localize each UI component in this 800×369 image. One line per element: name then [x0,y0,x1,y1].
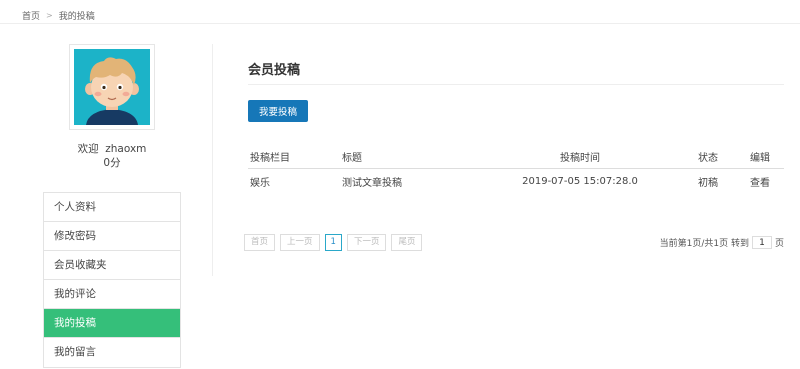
header-time: 投稿时间 [480,146,680,169]
header-column: 投稿栏目 [248,146,340,169]
header-status: 状态 [680,146,736,169]
table-row: 娱乐 测试文章投稿 2019-07-05 15:07:28.0 初稿 查看 [248,168,784,194]
cell-column: 娱乐 [250,177,270,189]
breadcrumb-current: 我的投稿 [58,12,95,22]
pager-last[interactable]: 尾页 [391,234,423,251]
pager-first[interactable]: 首页 [244,234,276,251]
pager-next[interactable]: 下一页 [346,234,387,251]
welcome-prefix: 欢迎 [77,143,99,155]
cell-title: 测试文章投稿 [342,177,402,189]
menu-item-favorites[interactable]: 会员收藏夹 [44,251,180,280]
welcome-text: 欢迎 zhaoxm [43,142,181,156]
new-submission-button[interactable]: 我要投稿 [248,100,308,122]
page-title: 会员投稿 [248,60,784,85]
pager-info-text: 当前第1页/共1页 转到 [659,239,749,249]
cell-status: 初稿 [698,177,718,189]
breadcrumb-home-link[interactable]: 首页 [22,9,40,22]
main-content: 会员投稿 我要投稿 投稿栏目 标题 投稿时间 状态 编辑 娱乐 测试文章投稿 2… [244,60,784,251]
username: zhaoxm [105,143,147,155]
submissions-table: 投稿栏目 标题 投稿时间 状态 编辑 娱乐 测试文章投稿 2019-07-05 … [248,146,784,194]
pager-current-page[interactable]: 1 [324,234,342,251]
table-header-row: 投稿栏目 标题 投稿时间 状态 编辑 [248,146,784,169]
top-divider [0,23,800,24]
header-title: 标题 [340,146,480,169]
avatar[interactable] [69,44,155,130]
header-edit: 编辑 [736,146,784,169]
cell-time: 2019-07-05 15:07:28.0 [522,175,638,187]
vertical-divider [212,44,213,276]
member-menu: 个人资料 修改密码 会员收藏夹 我的评论 我的投稿 我的留言 [43,192,181,368]
menu-item-my-messages[interactable]: 我的留言 [44,338,180,367]
menu-item-my-submissions[interactable]: 我的投稿 [44,309,180,338]
pagination: 首页 上一页 1 下一页 尾页 [244,234,423,251]
pager-info: 当前第1页/共1页 转到 页 [660,236,784,249]
pager-suffix: 页 [774,239,784,249]
breadcrumb-separator: > [46,11,53,20]
breadcrumb: 首页 > 我的投稿 [22,9,95,22]
pager-prev[interactable]: 上一页 [280,234,320,251]
user-points: 0分 [103,157,121,169]
view-link[interactable]: 查看 [736,168,784,194]
menu-item-change-password[interactable]: 修改密码 [44,222,180,251]
menu-item-my-comments[interactable]: 我的评论 [44,280,180,309]
cartoon-boy-avatar-icon [74,49,150,125]
goto-page-input[interactable] [751,236,772,249]
menu-item-profile[interactable]: 个人资料 [44,193,180,222]
